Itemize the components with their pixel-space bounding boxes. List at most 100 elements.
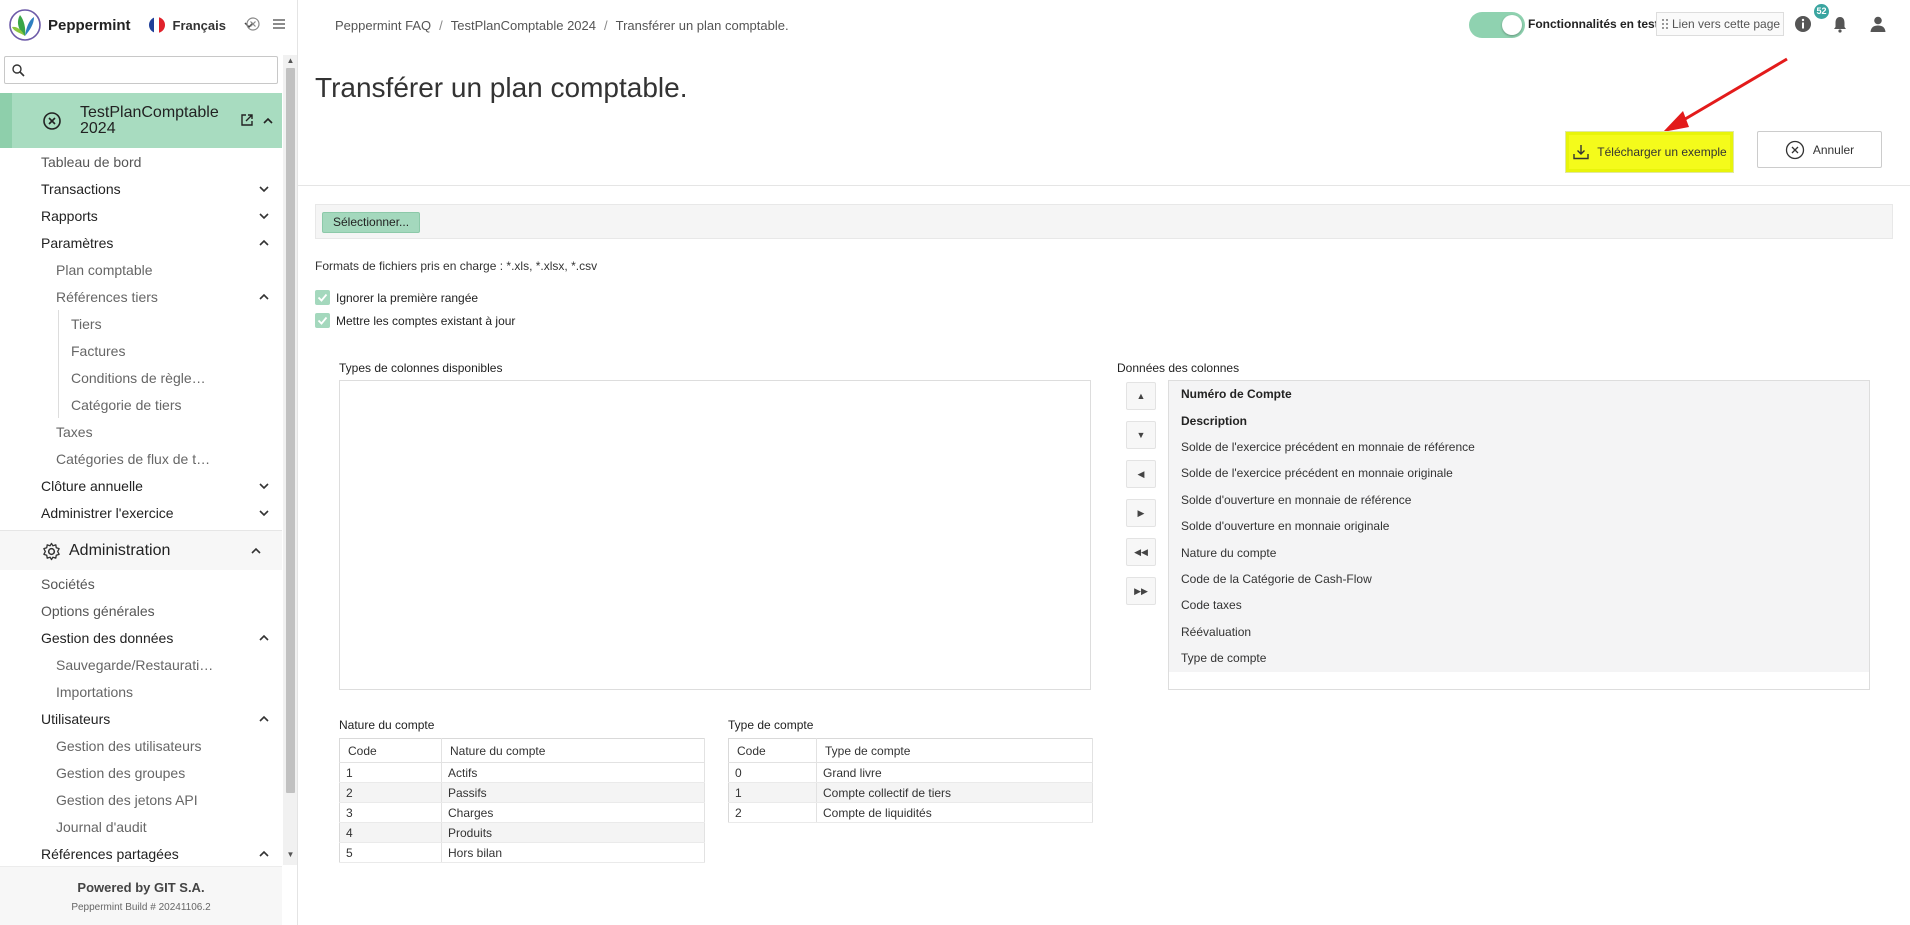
column-data-item[interactable]: Solde de l'exercice précédent en monnaie… [1169,460,1869,486]
download-example-button[interactable]: Télécharger un exemple [1566,132,1733,172]
sidebar-item[interactable]: Plan comptable [0,256,282,283]
sidebar-item[interactable]: Tiers [0,310,282,337]
move-right-button[interactable]: ▶ [1126,499,1156,527]
sidebar-item[interactable]: Références partagées [0,840,282,865]
chevron-down-icon[interactable] [258,184,270,194]
bell-icon[interactable] [1831,15,1849,33]
language-selector[interactable]: Français [173,18,226,33]
checkbox-checked[interactable] [315,290,330,305]
close-company-icon[interactable] [42,111,62,131]
chevron-up-icon[interactable] [258,633,270,643]
breadcrumb-item[interactable]: TestPlanComptable 2024 [451,18,596,33]
move-all-right-button[interactable]: ▶▶ [1126,577,1156,605]
sidebar-item[interactable]: Gestion des données [0,624,282,651]
menu-icon[interactable] [271,16,287,32]
update-accounts-checkbox[interactable]: Mettre les comptes existant à jour [315,313,515,328]
company-header[interactable]: TestPlanComptable 2024 [0,93,282,148]
sidebar-item-label: Gestion des groupes [56,764,186,781]
sidebar-item[interactable]: Factures [0,337,282,364]
search-input[interactable] [29,59,269,81]
info-icon[interactable] [1794,15,1812,33]
column-data-item[interactable]: Type de compte [1169,645,1869,671]
table-cell: Charges [441,802,705,823]
column-data-item[interactable]: Code taxes [1169,592,1869,618]
sidebar-item[interactable]: Taxes [0,418,282,445]
sidebar-item[interactable]: Sociétés [0,570,282,597]
column-data-item[interactable]: Nature du compte [1169,539,1869,565]
chevron-up-icon[interactable] [262,115,274,127]
sidebar-footer: Powered by GIT S.A. Peppermint Build # 2… [0,866,282,925]
administration-header[interactable]: Administration [0,530,282,570]
column-data-item[interactable]: Numéro de Compte [1169,381,1869,407]
column-data-item[interactable]: Réévaluation [1169,619,1869,645]
nature-table: Code Nature du compte 1 Actifs 2 Passifs 3 Ch… [339,738,705,863]
sidebar-item[interactable]: Options générales [0,597,282,624]
sidebar-item[interactable]: Tableau de bord [0,148,282,175]
page-link-button[interactable]: Lien vers cette page [1656,12,1784,36]
table-cell: Compte de liquidités [816,802,1093,823]
sidebar-item[interactable]: Importations [0,678,282,705]
peppermint-logo[interactable] [8,8,42,42]
chevron-down-icon[interactable] [258,211,270,221]
sidebar-item[interactable]: Gestion des jetons API [0,786,282,813]
breadcrumb-item[interactable]: Peppermint FAQ [335,18,431,33]
topbar: Peppermint FAQ / TestPlanComptable 2024/Tr… [298,0,1910,50]
chevron-up-icon[interactable] [250,546,262,556]
sidebar-item[interactable]: Gestion des utilisateurs [0,732,282,759]
column-data-item[interactable]: Code de la Catégorie de Cash-Flow [1169,566,1869,592]
breadcrumb: Peppermint FAQ / TestPlanComptable 2024/Tr… [335,18,789,33]
chevron-up-icon[interactable] [258,849,270,859]
available-columns-label: Types de colonnes disponibles [339,361,503,375]
column-data-item[interactable]: Description [1169,407,1869,433]
feature-test-toggle[interactable] [1469,12,1525,38]
file-upload-bar: Sélectionner... [315,204,1893,239]
scroll-down-arrow[interactable]: ▼ [286,851,295,859]
column-data-label: Données des colonnes [1117,361,1240,375]
gear-icon [43,542,60,561]
checkbox-checked[interactable] [315,313,330,328]
sidebar-item[interactable]: Transactions [0,175,282,202]
main-content: Transférer un plan comptable. Télécharge… [298,50,1910,925]
sidebar-search[interactable] [4,56,278,84]
sidebar-item[interactable]: Paramètres [0,229,282,256]
chevron-down-icon[interactable] [258,508,270,518]
sidebar-item[interactable]: Catégorie de tiers [0,391,282,418]
sidebar-scrollbar-thumb[interactable] [286,68,295,793]
scroll-up-arrow[interactable]: ▲ [286,57,295,65]
sidebar-item[interactable]: Administrer l'exercice [0,499,282,526]
table-header: Code [728,738,817,763]
sidebar-item[interactable]: Rapports [0,202,282,229]
user-icon[interactable] [1869,15,1887,33]
sidebar-item-label: Factures [71,342,126,359]
chevron-up-icon[interactable] [258,238,270,248]
sidebar-item[interactable]: Sauvegarde/Restaurati… [0,651,282,678]
external-link-icon[interactable] [240,113,254,127]
ignore-first-row-checkbox[interactable]: Ignorer la première rangée [315,290,478,305]
close-circle-icon[interactable] [245,16,261,32]
table-cell: Actifs [441,762,705,783]
column-data-list: Numéro de Compte Description Solde de l'ex… [1168,380,1870,690]
sidebar-item[interactable]: Journal d'audit [0,813,282,840]
sidebar-item[interactable]: Catégories de flux de t… [0,445,282,472]
cancel-button[interactable]: Annuler [1757,131,1882,168]
sidebar-item[interactable]: Gestion des groupes [0,759,282,786]
move-up-button[interactable]: ▲ [1126,382,1156,410]
sidebar-item[interactable]: Clôture annuelle [0,472,282,499]
move-down-button[interactable]: ▼ [1126,421,1156,449]
column-data-item[interactable]: Solde d'ouverture en monnaie de référenc… [1169,487,1869,513]
select-file-button[interactable]: Sélectionner... [322,212,421,233]
chevron-down-icon[interactable] [258,481,270,491]
nature-table-title: Nature du compte [339,718,435,732]
sidebar-item[interactable]: Conditions de règle… [0,364,282,391]
sidebar-item[interactable]: Utilisateurs [0,705,282,732]
chevron-up-icon[interactable] [258,292,270,302]
chevron-up-icon[interactable] [258,714,270,724]
column-data-item[interactable]: Solde de l'exercice précédent en monnaie… [1169,434,1869,460]
type-table: Code Type de compte 0 Grand livre 1 Compte … [728,738,1093,823]
available-columns-list[interactable] [339,380,1091,690]
move-left-button[interactable]: ◀ [1126,460,1156,488]
sidebar-item[interactable]: Références tiers [0,283,282,310]
move-all-left-button[interactable]: ◀◀ [1126,538,1156,566]
feature-test-label: Fonctionnalités en test [1528,17,1659,31]
column-data-item[interactable]: Solde d'ouverture en monnaie originale [1169,513,1869,539]
